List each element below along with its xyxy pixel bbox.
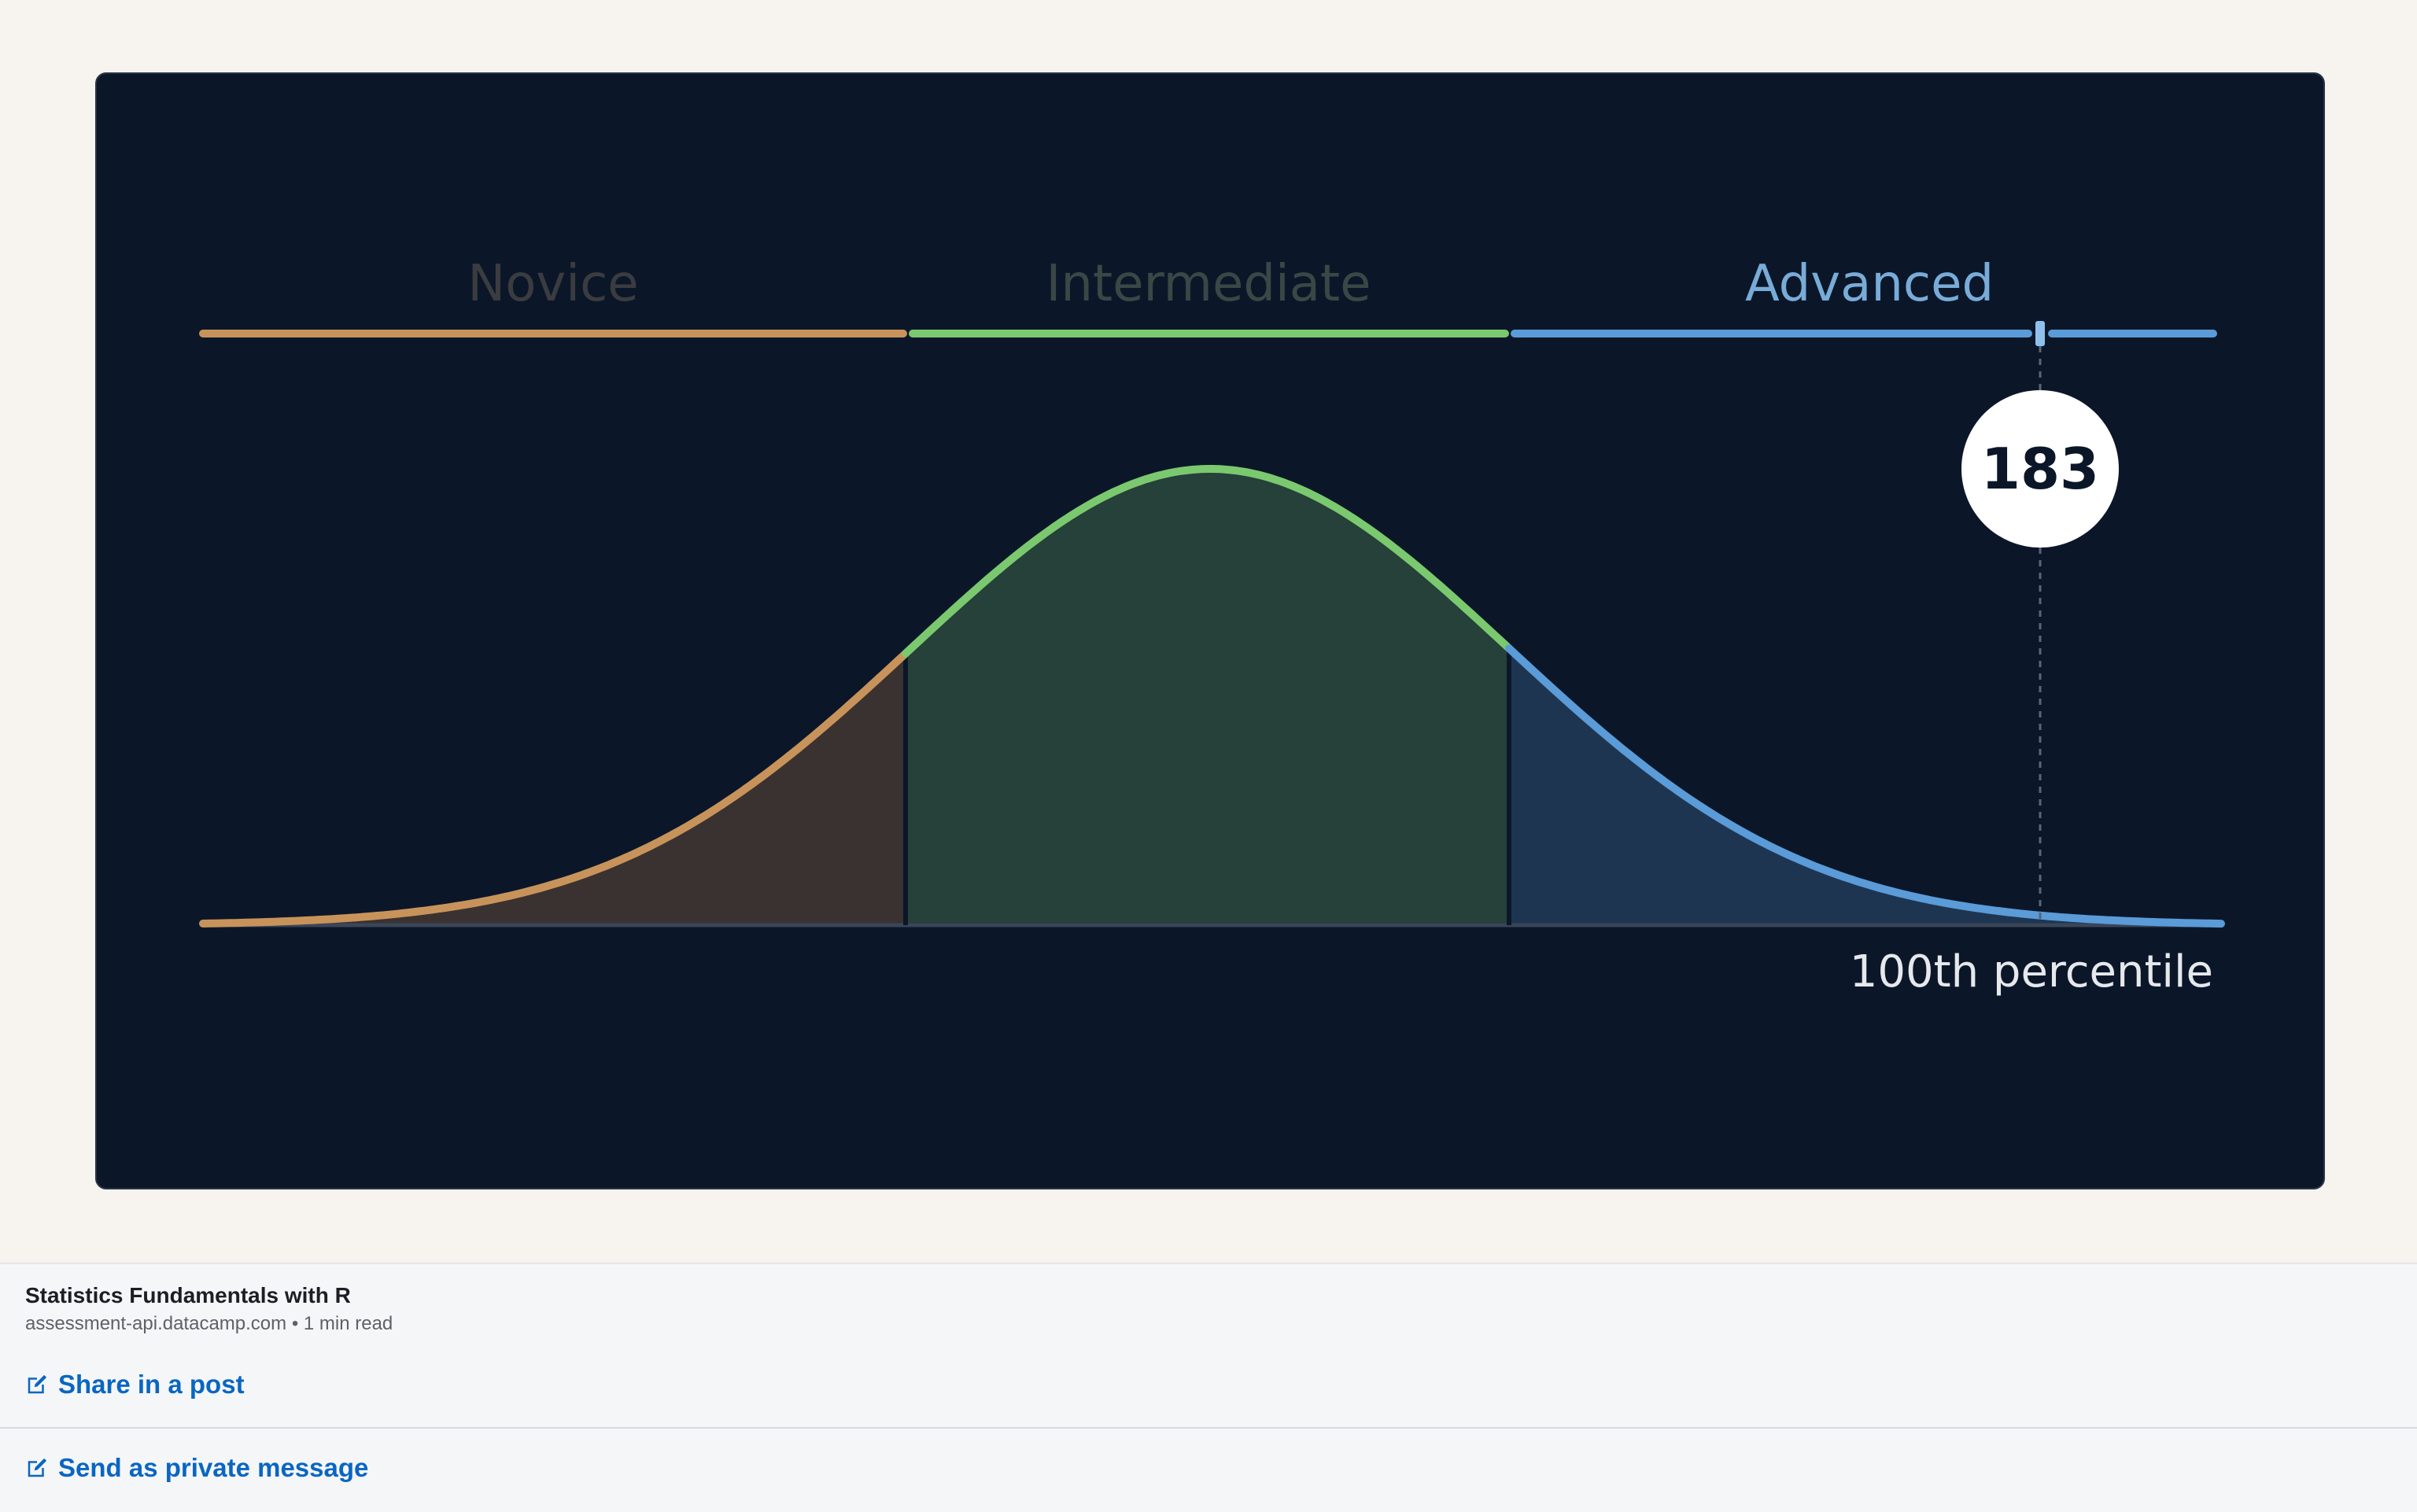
level-label-intermediate: Intermediate — [1046, 255, 1371, 313]
link-title[interactable]: Statistics Fundamentals with R — [25, 1283, 351, 1308]
score-value: 183 — [1981, 436, 2099, 502]
share-in-post-button[interactable]: Share in a post — [25, 1370, 245, 1400]
compose-icon — [28, 1374, 47, 1394]
send-private-message-button[interactable]: Send as private message — [25, 1453, 368, 1483]
share-in-post-label: Share in a post — [58, 1370, 245, 1399]
percentile-label: 100th percentile — [1850, 946, 2213, 998]
link-source: assessment-api.datacamp.com • 1 min read — [25, 1313, 393, 1334]
score-tick-marker — [2035, 321, 2045, 346]
send-private-message-label: Send as private message — [58, 1453, 369, 1482]
skill-distribution-image: Novice Intermediate Advanced 183 100th p… — [95, 72, 2325, 1189]
divider — [0, 1427, 2417, 1429]
link-preview-footer: Statistics Fundamentals with R assessmen… — [0, 1263, 2417, 1512]
intermediate-region — [906, 469, 1509, 925]
level-label-advanced: Advanced — [1745, 255, 1994, 313]
level-label-novice: Novice — [467, 255, 638, 313]
compose-icon — [28, 1458, 47, 1477]
bell-curve-graphic: Novice Intermediate Advanced 183 100th p… — [199, 255, 2225, 998]
